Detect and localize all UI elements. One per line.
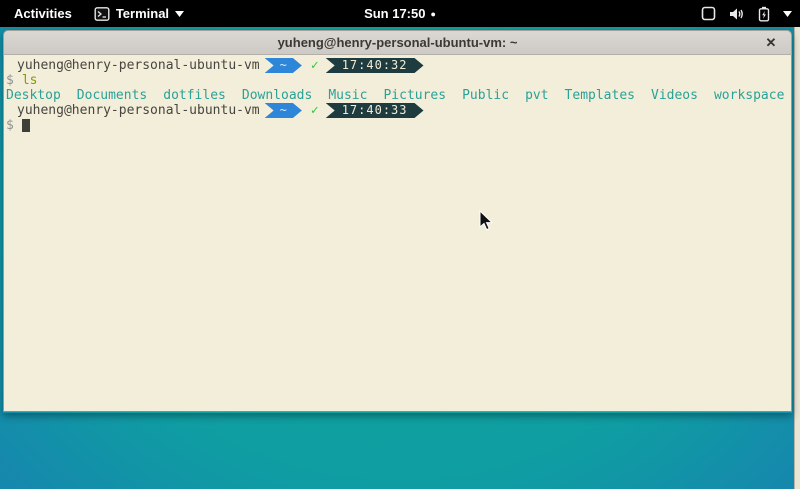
prompt-symbol: $ [6, 118, 14, 133]
current-command-line[interactable]: $ [6, 118, 791, 133]
system-status-area[interactable] [701, 0, 792, 27]
directory-entry: dotfiles [163, 88, 226, 103]
directory-entry: workspace [714, 88, 784, 103]
terminal-cursor [22, 119, 30, 132]
window-titlebar[interactable]: yuheng@henry-personal-ubuntu-vm: ~ ✕ [3, 30, 792, 55]
directory-entry: Downloads [242, 88, 312, 103]
prompt-user-host: yuheng@henry-personal-ubuntu-vm [17, 58, 260, 73]
terminal-window: yuheng@henry-personal-ubuntu-vm: ~ ✕ yuh… [3, 30, 792, 413]
battery-charging-icon [758, 6, 770, 22]
directory-entry: Videos [651, 88, 698, 103]
app-menu-terminal[interactable]: Terminal [94, 6, 184, 22]
status-check-icon: ✓ [311, 58, 319, 73]
volume-icon [729, 7, 745, 21]
command-text: ls [22, 73, 38, 88]
directory-entry: Pictures [383, 88, 446, 103]
notification-dot: ● [430, 10, 435, 19]
screen-icon [701, 6, 716, 21]
directory-entry: Desktop [6, 88, 61, 103]
directory-entry: Music [328, 88, 367, 103]
chevron-down-icon [783, 11, 792, 17]
prompt-symbol: $ [6, 73, 14, 88]
chevron-down-icon [175, 11, 184, 17]
prompt-path-segment: ~ [265, 58, 302, 73]
directory-entry: Public [462, 88, 509, 103]
prompt-line-1: yuheng@henry-personal-ubuntu-vm ~ ✓ 17:4… [6, 58, 791, 73]
directory-entry: pvt [525, 88, 548, 103]
activities-button[interactable]: Activities [10, 4, 76, 23]
prompt-time-segment: 17:40:32 [326, 58, 424, 73]
desktop: Activities Terminal Sun 17:50 ● [0, 0, 800, 489]
mouse-cursor [479, 210, 493, 236]
prompt-line-2: yuheng@henry-personal-ubuntu-vm ~ ✓ 17:4… [6, 103, 791, 118]
prompt-time-segment: 17:40:33 [326, 103, 424, 118]
directory-entry: Documents [77, 88, 147, 103]
background-window-edge [794, 27, 800, 489]
gnome-top-bar: Activities Terminal Sun 17:50 ● [0, 0, 800, 27]
terminal-icon [94, 6, 110, 22]
close-button[interactable]: ✕ [761, 33, 781, 53]
ls-output: Desktop Documents dotfiles Downloads Music Pi… [6, 88, 791, 103]
clock[interactable]: Sun 17:50 [364, 6, 425, 21]
prompt-path-segment: ~ [265, 103, 302, 118]
command-line-ls: $ ls [6, 73, 791, 88]
status-check-icon: ✓ [311, 103, 319, 118]
window-title: yuheng@henry-personal-ubuntu-vm: ~ [278, 35, 518, 50]
directory-entry: Templates [565, 88, 635, 103]
prompt-user-host: yuheng@henry-personal-ubuntu-vm [17, 103, 260, 118]
app-menu-label: Terminal [116, 6, 169, 21]
terminal-screen[interactable]: yuheng@henry-personal-ubuntu-vm ~ ✓ 17:4… [3, 55, 792, 412]
